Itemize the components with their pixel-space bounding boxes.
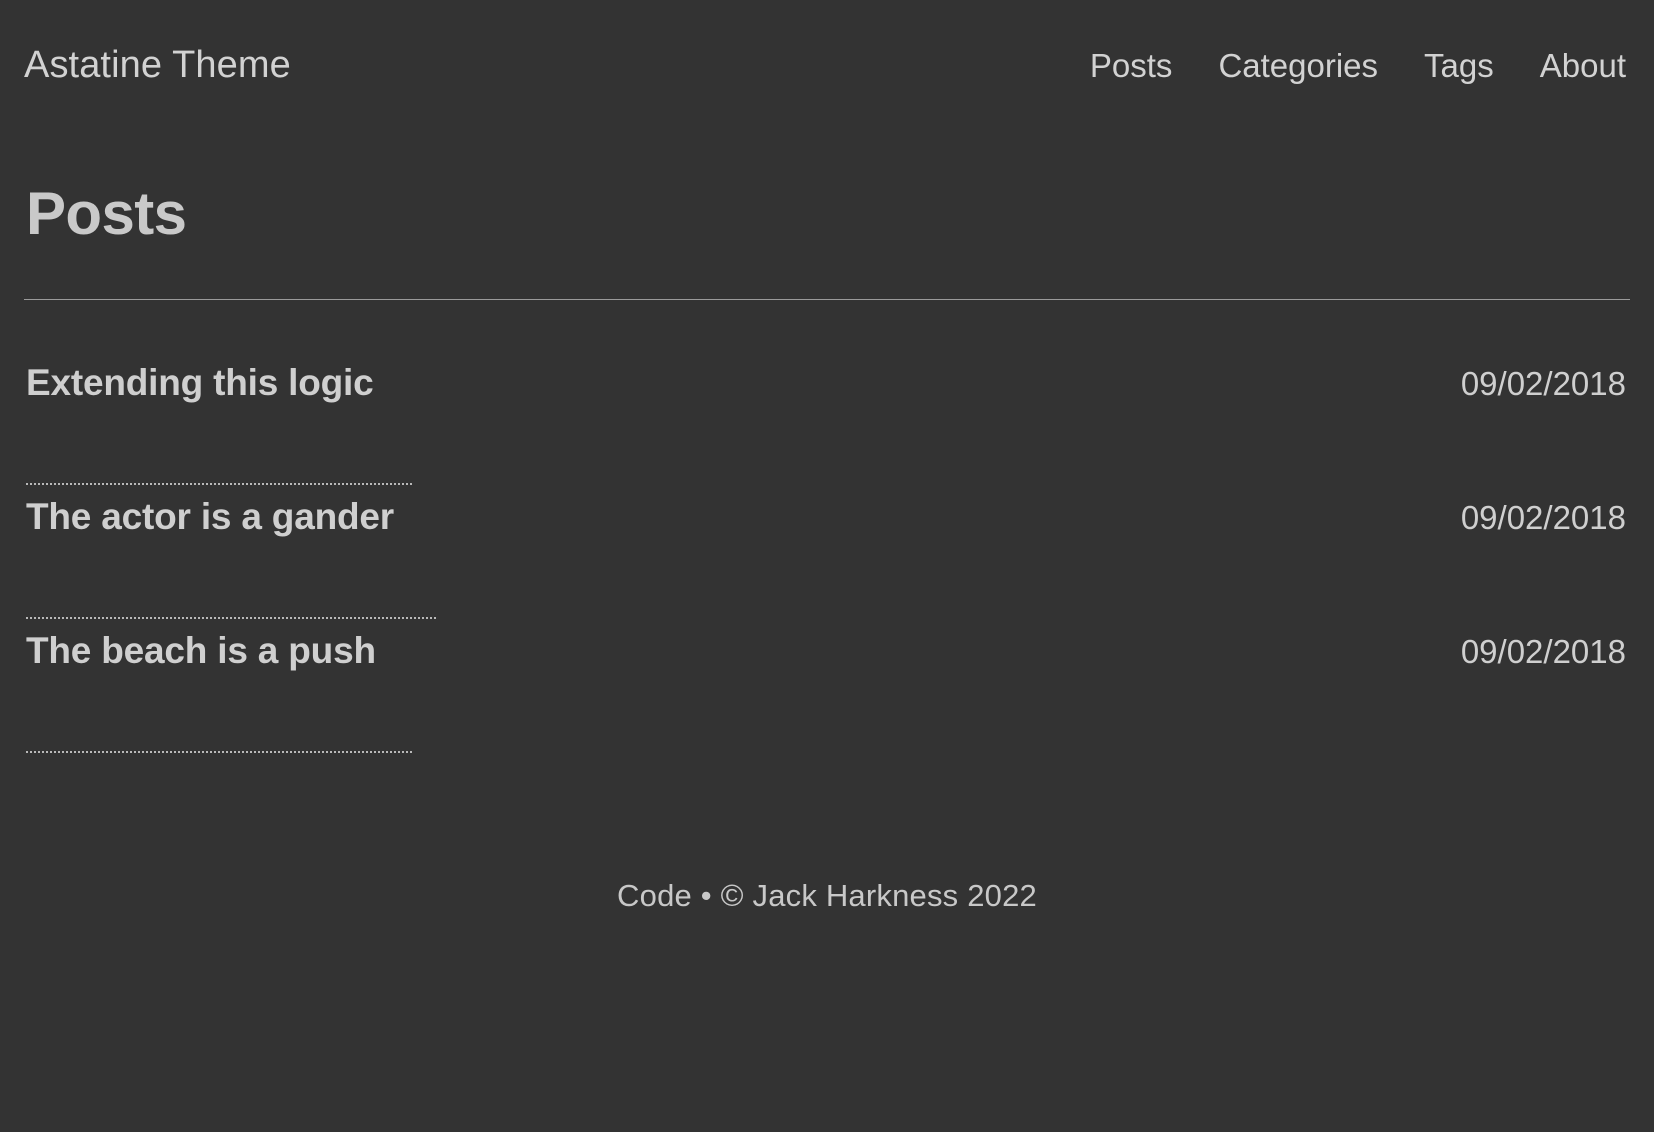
post-title-link[interactable]: The beach is a push [26, 630, 376, 672]
list-item: Extending this logic 09/02/2018 [24, 362, 1630, 485]
site-nav: Posts Categories Tags About [1090, 47, 1630, 85]
page-title: Posts [26, 180, 187, 247]
post-divider [26, 483, 412, 485]
list-item: The beach is a push 09/02/2018 [24, 630, 1630, 753]
title-divider [24, 299, 1630, 300]
list-item: The actor is a gander 09/02/2018 [24, 496, 1630, 619]
post-list: Extending this logic 09/02/2018 The acto… [24, 362, 1630, 753]
post-row: The beach is a push 09/02/2018 [24, 630, 1630, 726]
site-footer: Code • © Jack Harkness 2022 [0, 878, 1654, 914]
post-date: 09/02/2018 [1460, 365, 1626, 402]
post-date: 09/02/2018 [1460, 633, 1626, 670]
post-title-link[interactable]: The actor is a gander [26, 496, 394, 538]
page-root: Astatine Theme Posts Categories Tags Abo… [0, 0, 1654, 1132]
nav-link-posts[interactable]: Posts [1090, 47, 1173, 85]
post-divider [26, 751, 412, 753]
post-date: 09/02/2018 [1460, 499, 1626, 536]
site-title[interactable]: Astatine Theme [24, 44, 291, 87]
post-row: The actor is a gander 09/02/2018 [24, 496, 1630, 592]
nav-link-tags[interactable]: Tags [1424, 47, 1494, 85]
post-row: Extending this logic 09/02/2018 [24, 362, 1630, 458]
post-divider [26, 617, 436, 619]
nav-link-categories[interactable]: Categories [1218, 47, 1378, 85]
site-header: Astatine Theme Posts Categories Tags Abo… [24, 0, 1630, 87]
footer-code-link[interactable]: Code • © Jack Harkness 2022 [617, 878, 1037, 913]
post-title-link[interactable]: Extending this logic [26, 362, 374, 404]
nav-link-about[interactable]: About [1540, 47, 1626, 85]
